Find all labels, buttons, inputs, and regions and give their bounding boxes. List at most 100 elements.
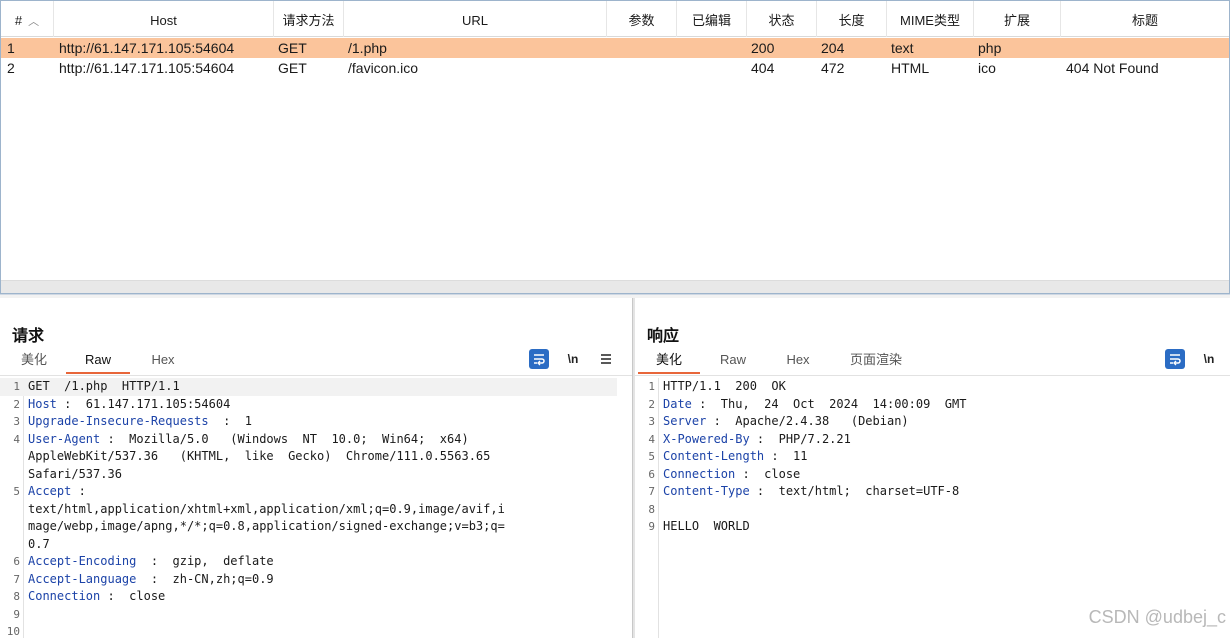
row-length: 472 bbox=[821, 60, 845, 76]
row-method: GET bbox=[278, 60, 307, 76]
column-header-status[interactable]: 状态 bbox=[747, 1, 817, 37]
line-text: Date : Thu, 24 Oct 2024 14:00:09 GMT bbox=[663, 396, 966, 414]
line-value: : 1 bbox=[208, 414, 252, 428]
code-line: 5 Accept : bbox=[0, 483, 632, 501]
code-line: AppleWebKit/537.36 (KHTML, like Gecko) C… bbox=[0, 448, 632, 466]
line-value: GET /1.php HTTP/1.1 bbox=[28, 379, 180, 393]
row-extension: ico bbox=[978, 60, 996, 76]
wrap-lines-button[interactable] bbox=[1165, 349, 1185, 369]
line-value: : gzip, deflate bbox=[136, 554, 274, 568]
line-text: Connection : close bbox=[28, 588, 165, 606]
show-newlines-button[interactable]: \n bbox=[563, 349, 583, 369]
column-header-mime-type[interactable]: MIME类型 bbox=[887, 1, 974, 37]
response-tabs: 美化 Raw Hex 页面渲染 bbox=[635, 350, 1230, 374]
column-header-host[interactable]: Host bbox=[54, 1, 274, 37]
line-number: 2 bbox=[648, 397, 655, 411]
watermark: CSDN @udbej_c bbox=[1088, 607, 1226, 627]
line-number: 7 bbox=[648, 485, 655, 498]
line-text: mage/webp,image/apng,*/*;q=0.8,applicati… bbox=[28, 519, 505, 533]
tab-render[interactable]: 页面渲染 bbox=[841, 350, 911, 374]
row-title: 404 Not Found bbox=[1066, 60, 1159, 76]
line-number: 8 bbox=[648, 502, 655, 516]
header-key: X-Powered-By bbox=[663, 431, 750, 446]
column-header-edited[interactable]: 已编辑 bbox=[677, 1, 747, 37]
line-value: : Thu, 24 Oct 2024 14:00:09 GMT bbox=[691, 396, 967, 411]
row-url: /1.php bbox=[348, 40, 387, 56]
code-line: 3 Server : Apache/2.4.38 (Debian) bbox=[635, 413, 1230, 431]
column-header-title[interactable]: 标题 bbox=[1061, 1, 1229, 37]
tab-pretty[interactable]: 美化 bbox=[12, 350, 56, 374]
header-key: Connection bbox=[28, 589, 101, 603]
code-line: 9 bbox=[0, 606, 632, 624]
header-key: Server bbox=[663, 414, 707, 428]
line-value: : zh-CN,zh;q=0.9 bbox=[136, 571, 274, 586]
request-editor[interactable]: 1 GET /1.php HTTP/1.1 2 Host : 61.147.171.… bbox=[0, 378, 632, 638]
row-number: 1 bbox=[7, 40, 15, 56]
row-mime: text bbox=[891, 40, 914, 56]
line-value: : text/html; charset=UTF-8 bbox=[749, 484, 960, 498]
row-extension: php bbox=[978, 40, 1002, 56]
tab-divider bbox=[0, 375, 632, 376]
line-number: 5 bbox=[648, 450, 655, 463]
column-header-number[interactable]: # ︿ bbox=[1, 1, 54, 37]
request-pane: 请求 美化 Raw Hex \n 1 GET /1.php HTTP/1.1 2H… bbox=[0, 298, 632, 638]
line-number: 4 bbox=[13, 432, 20, 446]
line-text: GET /1.php HTTP/1.1 bbox=[28, 378, 180, 396]
tab-pretty[interactable]: 美化 bbox=[638, 350, 700, 374]
response-editor[interactable]: 1 HTTP/1.1 200 OK 2 Date : Thu, 24 Oct 202… bbox=[635, 378, 1230, 638]
proxy-history-table: # ︿ Host 请求方法 URL 参数 已编辑 状态 长度 MIME类型 扩展 … bbox=[0, 0, 1230, 294]
tab-raw[interactable]: Raw bbox=[66, 350, 130, 374]
row-url: /favicon.ico bbox=[348, 60, 419, 76]
show-newlines-button[interactable]: \n bbox=[1199, 349, 1219, 369]
row-host: http://61.147.171.105:54604 bbox=[59, 40, 235, 56]
tab-raw[interactable]: Raw bbox=[711, 350, 755, 374]
line-value: : close bbox=[735, 466, 801, 481]
table-row[interactable]: 2 http://61.147.171.105:54604 GET /favic… bbox=[1, 58, 1229, 78]
response-title: 响应 bbox=[647, 328, 680, 345]
code-line: 7 Content-Type : text/html; charset=UTF-8 bbox=[635, 483, 1230, 501]
line-number: 1 bbox=[13, 380, 20, 393]
line-text: Accept-Language : zh-CN,zh;q=0.9 bbox=[28, 571, 274, 589]
code-line: Safari/537.36 bbox=[0, 466, 632, 484]
line-text: AppleWebKit/537.36 (KHTML, like Gecko) C… bbox=[28, 449, 491, 463]
line-number: 10 bbox=[6, 625, 20, 638]
line-number: 3 bbox=[13, 415, 20, 428]
header-key: Content-Type bbox=[663, 484, 750, 498]
line-number: 6 bbox=[648, 467, 655, 481]
code-line: 0.7 bbox=[0, 536, 632, 554]
line-number: 6 bbox=[13, 555, 20, 568]
line-number: 3 bbox=[648, 415, 655, 428]
code-line: 4 X-Powered-By : PHP/7.2.21 bbox=[635, 431, 1230, 449]
code-line: 5 Content-Length : 11 bbox=[635, 448, 1230, 466]
code-line: 6 Accept-Encoding : gzip, deflate bbox=[0, 553, 632, 571]
options-menu-button[interactable] bbox=[596, 349, 616, 369]
row-host: http://61.147.171.105:54604 bbox=[59, 60, 235, 76]
wrap-lines-button[interactable] bbox=[529, 349, 549, 369]
code-line: 3 Upgrade-Insecure-Requests : 1 bbox=[0, 413, 632, 431]
line-text: Server : Apache/2.4.38 (Debian) bbox=[663, 413, 909, 431]
row-length: 204 bbox=[821, 40, 845, 56]
line-value: : 61.147.171.105:54604 bbox=[56, 396, 231, 411]
code-line: 6 Connection : close bbox=[635, 466, 1230, 484]
line-number: 5 bbox=[13, 485, 20, 498]
code-line: 8 Connection : close bbox=[0, 588, 632, 606]
column-header-length[interactable]: 长度 bbox=[817, 1, 887, 37]
tab-hex[interactable]: Hex bbox=[775, 350, 821, 374]
header-key: Host bbox=[28, 396, 57, 411]
code-line: 2 Date : Thu, 24 Oct 2024 14:00:09 GMT bbox=[635, 396, 1230, 414]
code-line: 10 bbox=[0, 623, 632, 638]
line-value: : bbox=[71, 484, 86, 498]
column-header-method[interactable]: 请求方法 bbox=[274, 1, 344, 37]
line-value: : 11 bbox=[764, 449, 808, 463]
column-header-params[interactable]: 参数 bbox=[607, 1, 677, 37]
column-header-url[interactable]: URL bbox=[344, 1, 607, 37]
tab-hex[interactable]: Hex bbox=[140, 350, 186, 374]
menu-icon bbox=[601, 354, 611, 364]
horizontal-scrollbar[interactable] bbox=[1, 280, 1229, 293]
table-row[interactable]: 1 http://61.147.171.105:54604 GET /1.php… bbox=[1, 38, 1229, 58]
line-text: Content-Length : 11 bbox=[663, 448, 808, 466]
header-key: Accept bbox=[28, 484, 72, 498]
column-header-extension[interactable]: 扩展 bbox=[974, 1, 1061, 37]
header-key: Content-Length bbox=[663, 449, 765, 463]
line-text: X-Powered-By : PHP/7.2.21 bbox=[663, 431, 851, 449]
